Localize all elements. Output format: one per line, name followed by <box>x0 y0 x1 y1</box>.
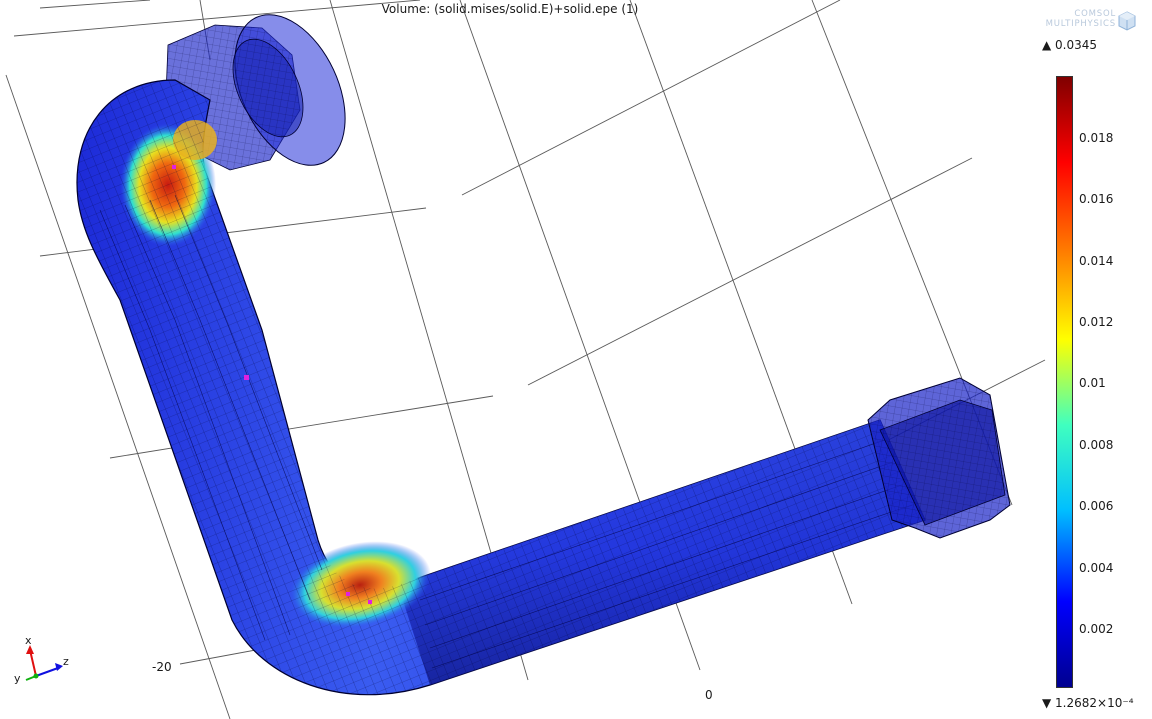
logo-line-2: MULTIPHYSICS <box>1045 19 1116 29</box>
colorbar-tick: 0.014 <box>1079 254 1114 268</box>
triad-z-label: z <box>63 655 69 668</box>
colorbar-max-label: ▲ 0.0345 <box>1042 38 1098 52</box>
colorbar-tick: 0.01 <box>1079 376 1106 390</box>
comsol-logo: COMSOL MULTIPHYSICS <box>1020 9 1138 35</box>
colorbar-tick: 0.008 <box>1079 438 1114 452</box>
colorbar-tick: 0.016 <box>1079 192 1114 206</box>
model-viewport[interactable] <box>0 0 1152 719</box>
colorbar-tick: 0.006 <box>1079 499 1114 513</box>
colorbar-tick: 0.002 <box>1079 622 1114 636</box>
colorbar-tick: 0.004 <box>1079 561 1114 575</box>
logo-line-1: COMSOL <box>1074 9 1116 19</box>
triad-y-label: y <box>14 672 21 685</box>
axis-label-neg20: -20 <box>152 660 172 674</box>
triad-x-label: x <box>25 634 32 647</box>
colorbar-tick: 0.018 <box>1079 131 1114 145</box>
axis-triad <box>25 645 63 681</box>
plot-title: Volume: (solid.mises/solid.E)+solid.epe … <box>381 2 639 16</box>
axis-label-zero: 0 <box>705 688 713 702</box>
pipe-body <box>76 79 926 696</box>
colorbar-tick: 0.012 <box>1079 315 1114 329</box>
colorbar <box>1056 76 1073 688</box>
cube-icon <box>1118 11 1136 31</box>
colorbar-min-label: ▼ 1.2682×10⁻⁴ <box>1042 696 1134 710</box>
